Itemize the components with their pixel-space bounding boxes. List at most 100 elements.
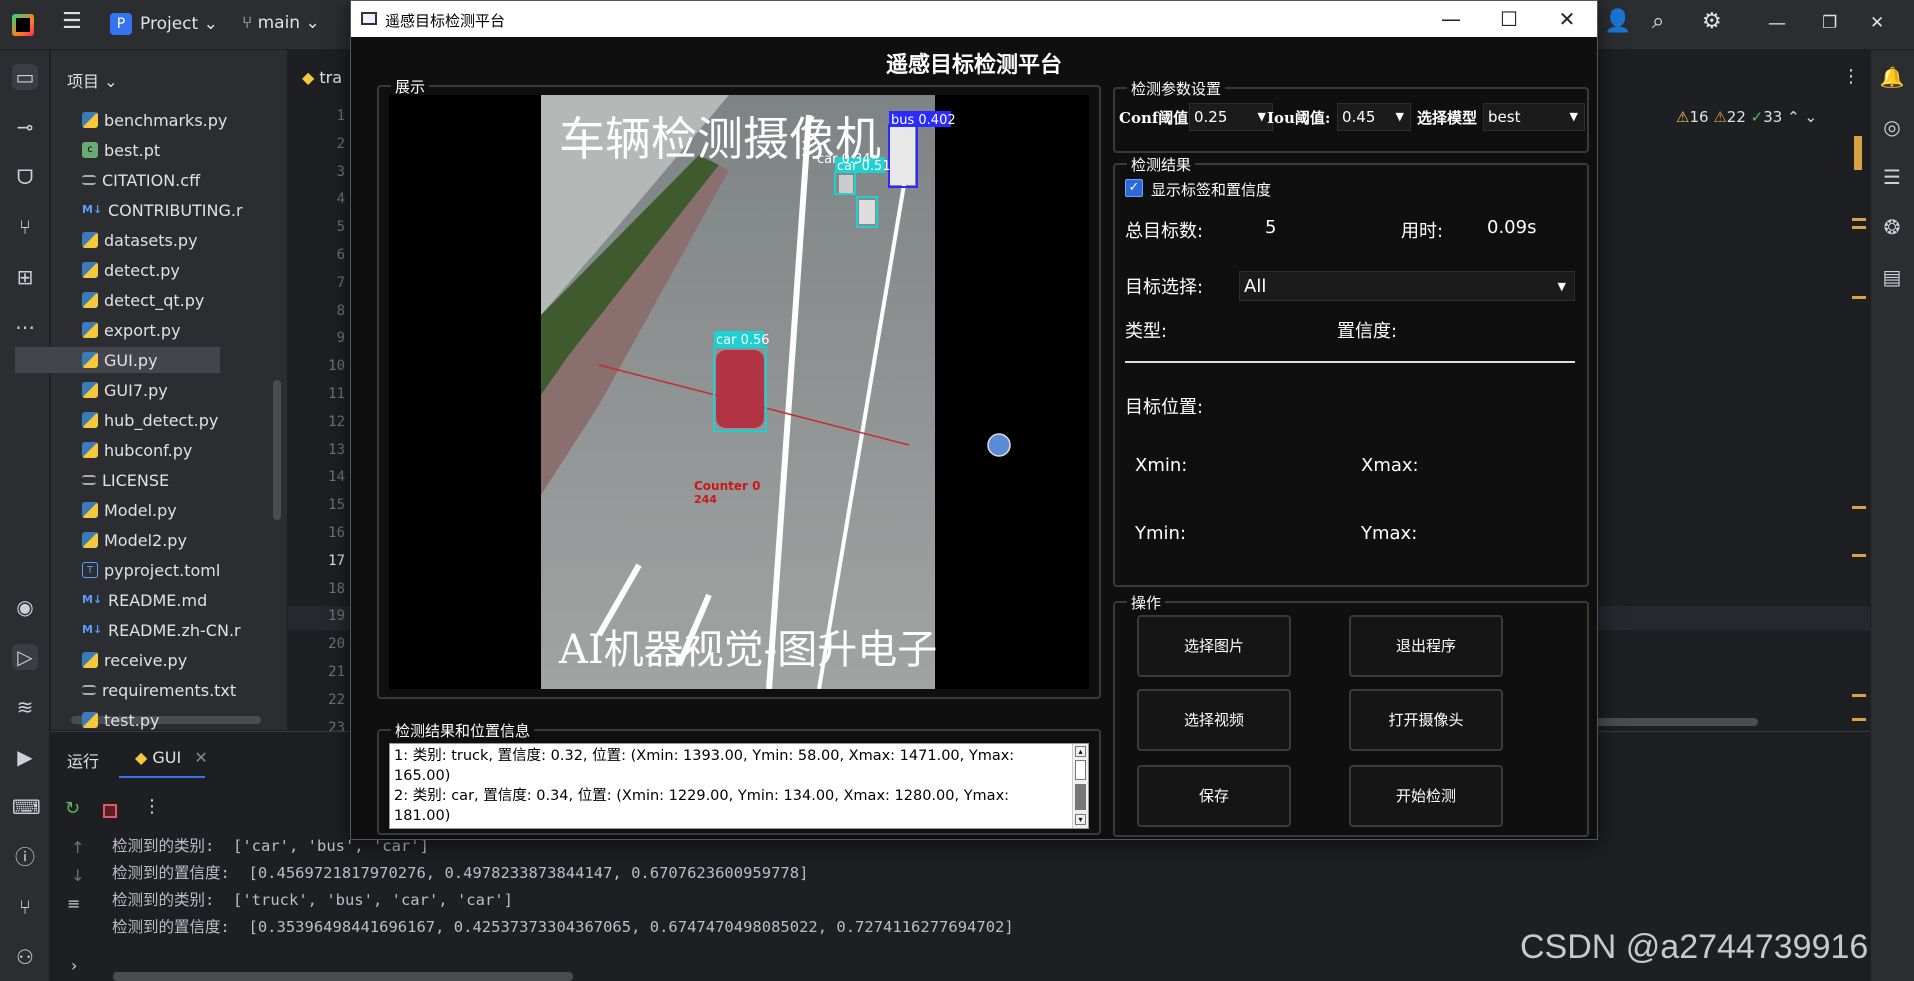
file-tree-item[interactable]: Tpyproject.toml	[82, 557, 220, 583]
results-group-title: 检测结果	[1127, 154, 1196, 175]
text-file-icon	[82, 685, 96, 695]
file-tree-item[interactable]: export.py	[82, 317, 181, 343]
file-tree-item[interactable]: hubconf.py	[82, 437, 192, 463]
file-tree-item[interactable]: GUI.py	[15, 347, 220, 373]
line-number: 3	[336, 163, 345, 180]
type-label: 类型:	[1125, 321, 1168, 342]
copilot-icon[interactable]: ❂	[1879, 214, 1905, 240]
main-menu-icon[interactable]: ☰	[62, 9, 82, 34]
layers-icon[interactable]: ≋	[12, 694, 38, 720]
commit-icon[interactable]: ⊸	[12, 114, 38, 140]
floating-bubble-icon[interactable]	[987, 433, 1011, 457]
bus-vehicle	[889, 125, 915, 185]
select-image-button[interactable]: 选择图片	[1137, 615, 1291, 677]
file-tree-item[interactable]: M↓ README.md	[82, 587, 207, 613]
git-branches-icon[interactable]: ⑂	[12, 214, 38, 240]
save-button[interactable]: 保存	[1137, 765, 1291, 827]
file-tree-item[interactable]: c best.pt	[82, 137, 160, 163]
file-tree-item[interactable]: detect_qt.py	[82, 287, 204, 313]
target-select-dropdown[interactable]: All ▼	[1239, 271, 1575, 301]
file-tree-item[interactable]: LICENSE	[82, 467, 169, 493]
select-video-button[interactable]: 选择视频	[1137, 689, 1291, 751]
close-tab-icon[interactable]: ✕	[194, 748, 207, 767]
scroll-up-icon[interactable]: ↑	[71, 838, 84, 857]
run-config-tab[interactable]: ◆ GUI ✕	[135, 748, 208, 767]
run-icon[interactable]: ▷	[12, 644, 38, 670]
iou-spinbox[interactable]: 0.45 ▼	[1337, 103, 1411, 131]
ide-restore-button[interactable]: ❐	[1822, 13, 1837, 33]
pull-request-icon[interactable]: ᗜ	[12, 164, 38, 190]
settings-gear-icon[interactable]: ⚙	[1702, 9, 1722, 34]
exit-program-button[interactable]: 退出程序	[1349, 615, 1503, 677]
file-name: README.md	[108, 590, 208, 610]
ide-close-button[interactable]: ✕	[1870, 13, 1884, 33]
run-hscrollbar[interactable]	[113, 972, 573, 981]
start-detect-button[interactable]: 开始检测	[1349, 765, 1503, 827]
file-tree-item[interactable]: M↓ README.zh-CN.r	[82, 617, 241, 643]
expand-icon[interactable]: ›	[71, 956, 77, 975]
soft-wrap-icon[interactable]: ≡	[67, 894, 80, 913]
show-labels-checkbox[interactable]: ✓	[1125, 179, 1143, 197]
ymin-label: Ymin:	[1135, 523, 1187, 544]
file-tree-item[interactable]: Model.py	[82, 497, 177, 523]
open-camera-button[interactable]: 打开摄像头	[1349, 689, 1503, 751]
ide-minimize-button[interactable]: —	[1768, 13, 1786, 34]
conf-spinbox[interactable]: 0.25 ▼	[1189, 103, 1273, 131]
file-tree-item[interactable]: CITATION.cff	[82, 167, 200, 193]
scroll-thumb[interactable]	[1075, 760, 1086, 780]
stop-icon[interactable]	[103, 804, 117, 818]
file-tree-item[interactable]: Model2.py	[82, 527, 187, 553]
line-number: 10	[328, 358, 345, 375]
line-number: 4	[336, 191, 345, 208]
file-name: requirements.txt	[102, 680, 237, 700]
next-highlight-icon[interactable]: ⌄	[1804, 108, 1817, 126]
add-user-icon[interactable]: 👤	[1604, 9, 1631, 34]
file-tree-item[interactable]: requirements.txt	[82, 677, 236, 703]
notifications-bell-icon[interactable]: 🔔	[1879, 64, 1905, 90]
inspection-widget[interactable]: ⚠16 ⚠22 ✓33 ⌃ ⌄	[1676, 108, 1817, 126]
services-icon[interactable]: ▶	[12, 744, 38, 770]
file-tree-item[interactable]: test.py	[82, 707, 159, 733]
python-file-icon	[82, 322, 98, 338]
file-tree-item[interactable]: datasets.py	[82, 227, 198, 253]
app-maximize-button[interactable]: ☐	[1481, 5, 1537, 33]
project-panel-title[interactable]: 项目 ⌄	[67, 68, 118, 92]
rerun-icon[interactable]: ↻	[65, 798, 80, 819]
prev-highlight-icon[interactable]: ⌃	[1787, 108, 1804, 126]
python-packages-icon[interactable]: ⚇	[12, 944, 38, 970]
file-name: pyproject.toml	[104, 560, 221, 580]
file-tree-item[interactable]: receive.py	[82, 647, 187, 673]
file-tree-item[interactable]: M↓ CONTRIBUTING.r	[82, 197, 243, 223]
scroll-down-icon[interactable]: ↓	[71, 866, 84, 885]
python-console-icon[interactable]: ◉	[12, 594, 38, 620]
scroll-down-arrow-icon[interactable]: ▾	[1075, 814, 1086, 825]
info-textbox[interactable]: 1: 类别: truck, 置信度: 0.32, 位置: (Xmin: 1393…	[389, 743, 1089, 829]
remote-host-icon[interactable]: ▤	[1879, 264, 1905, 290]
project-selector[interactable]: P Project ⌄	[110, 13, 218, 35]
markdown-file-icon: M↓	[82, 593, 103, 606]
editor-tab[interactable]: ◆ tra	[302, 68, 342, 87]
file-tree-item[interactable]: GUI7.py	[82, 377, 168, 403]
file-name: CITATION.cff	[102, 170, 201, 190]
problems-icon[interactable]: ⓘ	[12, 844, 38, 870]
structure-icon[interactable]: ⊞	[12, 264, 38, 290]
file-tree-item[interactable]: detect.py	[82, 257, 180, 283]
version-control-icon[interactable]: ⑂	[12, 894, 38, 920]
run-more-icon[interactable]: ⋮	[143, 796, 161, 817]
search-icon[interactable]: ⌕	[1652, 9, 1664, 34]
database-icon[interactable]: ☰	[1879, 164, 1905, 190]
branch-selector[interactable]: ⑂ main ⌄	[242, 13, 320, 33]
info-scrollbar[interactable]: ▴ ▾	[1072, 744, 1088, 828]
file-tree-item[interactable]: benchmarks.py	[82, 107, 227, 133]
terminal-icon[interactable]: ⌨	[12, 794, 41, 820]
project-scrollbar[interactable]	[273, 380, 281, 520]
scroll-up-arrow-icon[interactable]: ▴	[1075, 746, 1086, 757]
folder-icon[interactable]: ▭	[12, 64, 38, 90]
more-tools-icon[interactable]: ⋯	[12, 314, 38, 340]
model-select[interactable]: best ▼	[1483, 103, 1585, 131]
app-close-button[interactable]: ✕	[1539, 5, 1595, 33]
file-tree-item[interactable]: hub_detect.py	[82, 407, 218, 433]
ai-assistant-icon[interactable]: ◎	[1879, 114, 1905, 140]
app-minimize-button[interactable]: —	[1423, 5, 1479, 33]
editor-more-icon[interactable]: ⋮	[1842, 66, 1860, 87]
